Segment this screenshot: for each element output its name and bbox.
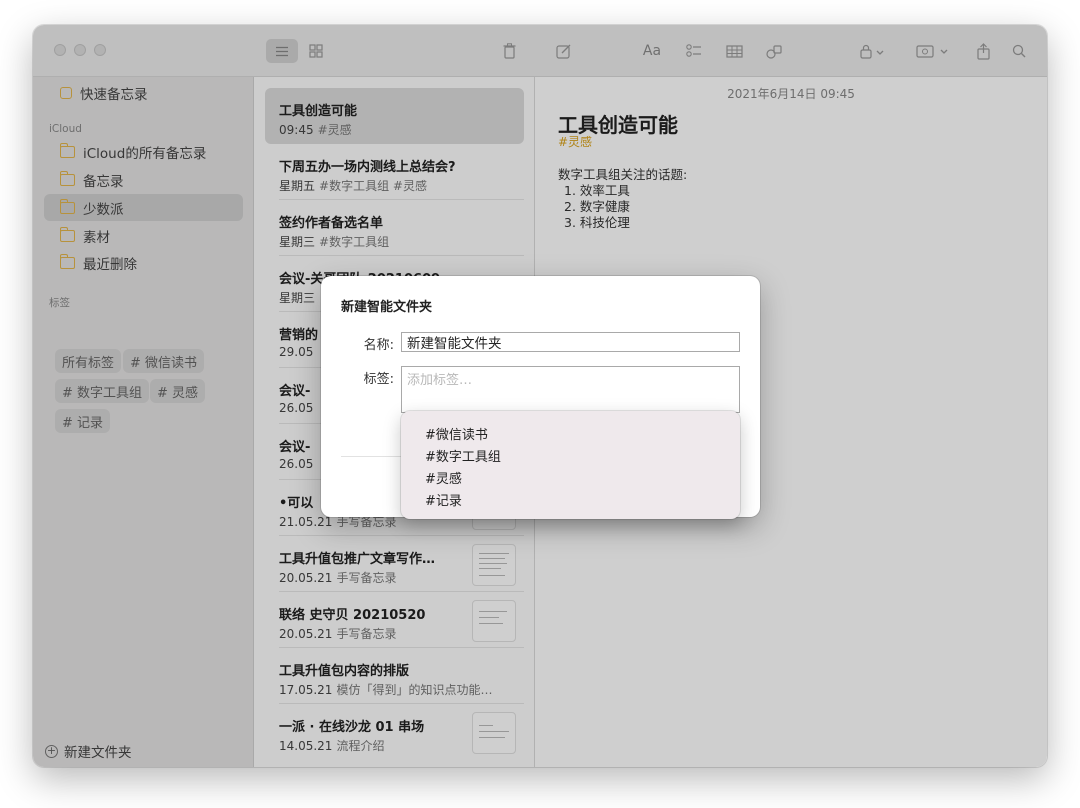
tag-suggestions-popup: #微信读书 #数字工具组 #灵感 #记录 <box>401 411 740 519</box>
tags-label: 标签: <box>363 372 394 387</box>
dialog-title: 新建智能文件夹 <box>341 300 433 315</box>
suggestion-digital-tools[interactable]: #数字工具组 <box>401 444 740 466</box>
suggestion-weread[interactable]: #微信读书 <box>401 422 740 444</box>
tags-placeholder: 添加标签… <box>407 373 473 388</box>
tags-input[interactable]: 添加标签… <box>401 366 740 413</box>
name-label: 名称: <box>363 338 394 353</box>
suggestion-record[interactable]: #记录 <box>401 488 740 510</box>
folder-name-input[interactable]: 新建智能文件夹 <box>401 332 740 352</box>
suggestion-inspiration[interactable]: #灵感 <box>401 466 740 488</box>
